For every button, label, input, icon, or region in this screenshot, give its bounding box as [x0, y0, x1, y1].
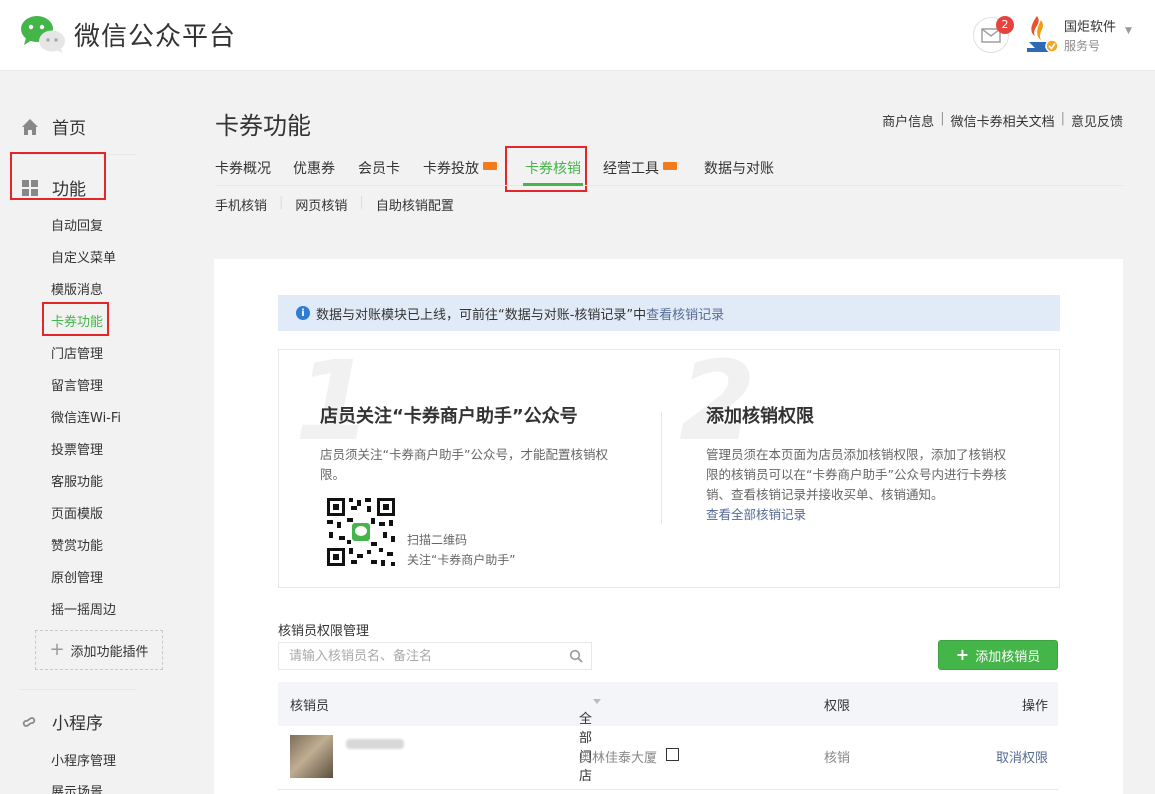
tab-data-reconcile[interactable]: 数据与对账: [704, 158, 774, 178]
verifier-table: 核销员 全部门店 权限 操作 奥林佳泰大厦 核销 取消权限: [278, 682, 1058, 790]
separator: |: [279, 195, 284, 210]
column-header-action: 操作: [1021, 699, 1048, 714]
tab-business-tools[interactable]: 经营工具: [603, 158, 677, 178]
tab-label: 卡券投放: [423, 161, 479, 177]
top-links: 商户信息 | 微信卡券相关文档 | 意见反馈: [882, 111, 1123, 130]
sidebar-item-miniprogram-mgmt[interactable]: 小程序管理: [51, 750, 116, 769]
sidebar-item-original-mgmt[interactable]: 原创管理: [51, 567, 103, 586]
sidebar-item-vote-mgmt[interactable]: 投票管理: [51, 439, 103, 458]
tab-label: 经营工具: [603, 161, 659, 177]
new-tag-icon: [483, 162, 497, 170]
chevron-down-icon: [593, 699, 601, 704]
edit-icon[interactable]: [666, 748, 679, 761]
steps-box: 1 店员关注“卡券商户助手”公众号 店员须关注“卡券商户助手”公众号，才能配置核…: [278, 349, 1060, 588]
sidebar-item-reward[interactable]: 赞赏功能: [51, 535, 103, 554]
home-icon: [20, 117, 40, 137]
sidebar-item-store-mgmt[interactable]: 门店管理: [51, 343, 103, 362]
sidebar-item-label: 功能: [52, 180, 86, 200]
sidebar-item-comment-mgmt[interactable]: 留言管理: [51, 375, 103, 394]
separator: |: [1060, 111, 1065, 126]
link-feedback[interactable]: 意见反馈: [1071, 111, 1123, 130]
account-avatar[interactable]: [1025, 14, 1059, 54]
sidebar-item-label: 首页: [52, 119, 86, 139]
separator: |: [359, 195, 364, 210]
sidebar-item-home[interactable]: 首页: [20, 114, 86, 139]
add-plugin-label: 添加功能插件: [70, 644, 149, 660]
qr-caption: 扫描二维码: [407, 533, 468, 547]
tab-member-card[interactable]: 会员卡: [358, 158, 400, 178]
tab-verify[interactable]: 卡券核销: [525, 158, 581, 178]
manager-section-label: 核销员权限管理: [278, 624, 370, 639]
subtab-mobile-verify[interactable]: 手机核销: [215, 195, 267, 214]
wechat-logo-icon: [20, 14, 66, 54]
step-title: 添加核销权限: [706, 406, 814, 427]
plus-icon: +: [955, 645, 970, 664]
top-bar: 微信公众平台 2 国炬软件 服务号 ▼: [0, 0, 1155, 71]
sidebar-divider: [20, 154, 136, 155]
active-tab-indicator: [523, 183, 583, 186]
sidebar-item-auto-reply[interactable]: 自动回复: [51, 215, 103, 234]
chevron-down-icon[interactable]: ▼: [1125, 26, 1132, 36]
tab-delivery[interactable]: 卡券投放: [423, 158, 497, 178]
sidebar-divider: [20, 689, 136, 690]
plus-icon: +: [49, 639, 65, 660]
page-title: 卡券功能: [215, 112, 311, 140]
sidebar-item-card-coupon[interactable]: 卡券功能: [51, 311, 103, 330]
verifier-name-blurred: [346, 739, 404, 749]
sidebar-item-custom-menu[interactable]: 自定义菜单: [51, 247, 116, 266]
tab-coupons[interactable]: 优惠券: [293, 158, 335, 178]
avatar: [290, 735, 333, 778]
subtab-bar: 手机核销 | 网页核销 | 自助核销配置: [215, 195, 454, 214]
search-icon[interactable]: [569, 649, 583, 663]
store-name: 奥林佳泰大厦: [579, 751, 658, 766]
message-count-badge: 2: [996, 16, 1014, 34]
link-merchant-info[interactable]: 商户信息: [882, 111, 934, 130]
column-header-verifier: 核销员: [290, 699, 330, 714]
search-box: [278, 642, 592, 670]
miniprogram-icon: [20, 712, 40, 732]
search-input[interactable]: [279, 643, 559, 669]
qr-caption: 关注“卡券商户助手”: [407, 553, 516, 567]
account-name[interactable]: 国炬软件: [1064, 16, 1116, 35]
subtab-web-verify[interactable]: 网页核销: [295, 195, 347, 214]
tab-overview[interactable]: 卡券概况: [215, 158, 271, 178]
view-all-records-link[interactable]: 查看全部核销记录: [706, 505, 806, 525]
step-title: 店员关注“卡券商户助手”公众号: [320, 406, 578, 427]
link-coupon-docs[interactable]: 微信卡券相关文档: [951, 111, 1055, 130]
info-icon: i: [296, 306, 310, 320]
column-header-permission: 权限: [824, 699, 851, 714]
add-plugin-button[interactable]: + 添加功能插件: [35, 630, 163, 670]
table-row: 奥林佳泰大厦 核销 取消权限: [278, 726, 1058, 790]
logo-text: 微信公众平台: [74, 21, 237, 52]
info-notice: i 数据与对账模块已上线，可前往“数据与对账-核销记录”中 查看核销记录: [278, 295, 1060, 331]
sidebar-item-scenes[interactable]: 展示场景: [51, 781, 103, 794]
sidebar-item-function[interactable]: 功能: [20, 175, 86, 200]
step-desc: 店员须关注“卡券商户助手”公众号，才能配置核销权限。: [320, 447, 608, 482]
sidebar-item-template-msg[interactable]: 模版消息: [51, 279, 103, 298]
qr-code: [325, 496, 397, 568]
step-desc: 管理员须在本页面为店员添加核销权限，添加了核销权限的核销员可以在“卡券商户助手”…: [706, 447, 1007, 502]
add-verifier-label: 添加核销员: [975, 649, 1041, 665]
logo[interactable]: 微信公众平台: [20, 14, 236, 54]
notice-text: 数据与对账模块已上线，可前往“数据与对账-核销记录”中: [316, 307, 647, 323]
sidebar-item-customer-service[interactable]: 客服功能: [51, 471, 103, 490]
subtab-self-verify[interactable]: 自助核销配置: [376, 195, 454, 214]
steps-divider: [661, 412, 662, 524]
add-verifier-button[interactable]: + 添加核销员: [938, 640, 1058, 670]
grid-icon: [20, 178, 40, 198]
sidebar-item-wifi[interactable]: 微信连Wi-Fi: [51, 407, 121, 426]
new-tag-icon: [663, 162, 677, 170]
sidebar-item-miniprogram[interactable]: 小程序: [20, 709, 103, 734]
sidebar-item-shake[interactable]: 摇一摇周边: [51, 599, 116, 618]
permission-value: 核销: [824, 751, 851, 766]
separator: |: [940, 111, 945, 126]
sidebar-item-page-template[interactable]: 页面模版: [51, 503, 103, 522]
column-header-store-filter[interactable]: 全部门店: [579, 695, 601, 784]
sidebar-item-label: 小程序: [52, 714, 103, 734]
table-header: 核销员 全部门店 权限 操作: [278, 682, 1058, 784]
revoke-permission-link[interactable]: 取消权限: [996, 747, 1048, 766]
account-type: 服务号: [1064, 39, 1101, 53]
notice-link[interactable]: 查看核销记录: [646, 304, 724, 323]
